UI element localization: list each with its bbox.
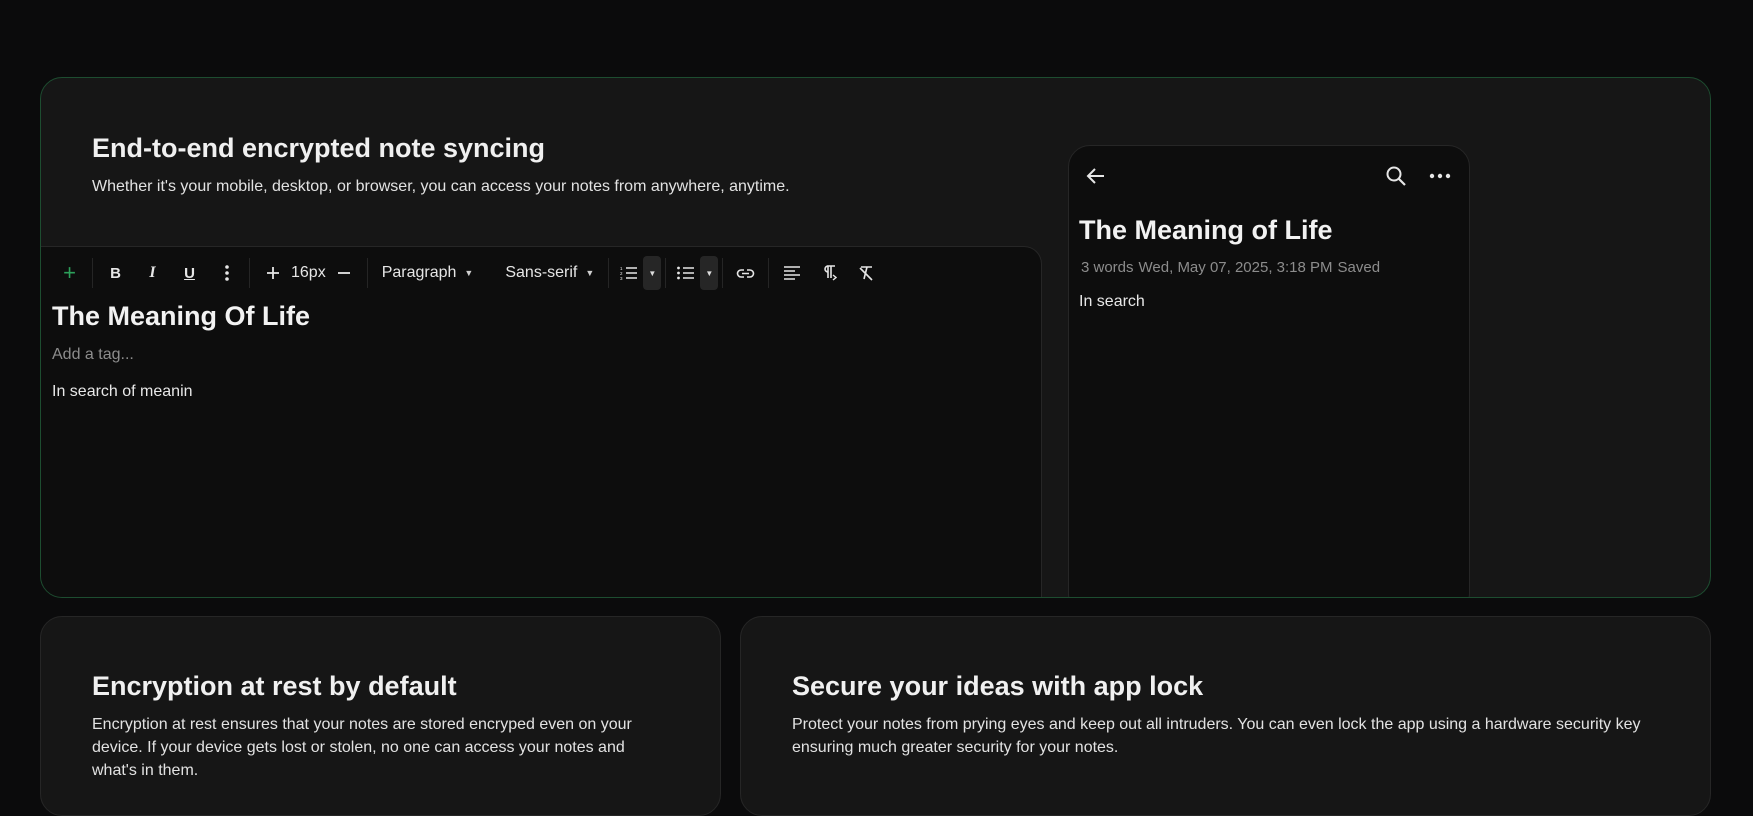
more-vertical-icon[interactable] [208,256,245,290]
app-lock-title: Secure your ideas with app lock [792,671,1204,701]
block-type-label: Paragraph [381,264,457,281]
mobile-note-title[interactable]: The Meaning of Life [1079,215,1333,246]
bold-icon[interactable]: B [97,256,134,290]
app-lock-description: Protect your notes from prying eyes and … [792,716,1641,756]
tag-input[interactable] [52,346,452,364]
underline-icon[interactable]: U [171,256,208,290]
word-count: 3 words [1081,259,1134,276]
link-icon[interactable] [727,256,764,290]
toolbar-divider [249,258,250,288]
more-horizontal-icon[interactable] [1427,163,1453,189]
numbered-list-options-icon[interactable]: ▼ [643,256,662,290]
text-direction-icon[interactable] [810,256,847,290]
back-arrow-icon[interactable] [1083,163,1109,189]
clear-formatting-icon[interactable] [847,256,884,290]
toolbar-divider [768,258,770,288]
toolbar-divider [608,258,610,288]
sync-feature-description: Whether it's your mobile, desktop, or br… [92,178,790,195]
add-icon[interactable]: + [51,256,88,290]
font-family-dropdown[interactable]: Sans-serif ▼ [495,256,604,290]
align-left-icon[interactable] [773,256,810,290]
block-type-dropdown[interactable]: Paragraph ▼ [372,256,484,290]
save-status: Saved [1337,259,1381,276]
sync-feature-title: End-to-end encrypted note syncing [92,133,546,163]
toolbar-divider [92,258,93,288]
svg-text:3: 3 [620,276,623,280]
mobile-note-body[interactable]: In search [1079,293,1145,311]
italic-icon[interactable]: I [134,256,171,290]
increase-font-icon[interactable] [254,256,291,290]
font-family-label: Sans-serif [505,264,578,281]
decrease-font-icon[interactable] [326,256,363,290]
toolbar-divider [366,258,368,288]
encryption-at-rest-card: Encryption at rest by default Encryption… [40,616,721,816]
encryption-at-rest-title: Encryption at rest by default [92,671,457,701]
font-size-value: 16px [291,264,326,281]
toolbar-divider [665,258,667,288]
numbered-list-icon[interactable]: 123 [613,256,643,290]
chevron-down-icon: ▼ [464,268,474,278]
note-timestamp: Wed, May 07, 2025, 3:18 PM [1138,259,1333,276]
toolbar-divider [722,258,724,288]
app-lock-card: Secure your ideas with app lock Protect … [740,616,1711,816]
bullet-list-icon[interactable] [670,256,700,290]
search-icon[interactable] [1383,163,1409,189]
note-title[interactable]: The Meaning Of Life [52,301,310,332]
note-meta: 3 words Wed, May 07, 2025, 3:18 PM Saved [1081,259,1385,276]
bullet-list-options-icon[interactable]: ▼ [700,256,719,290]
note-body[interactable]: In search of meanin [52,383,193,401]
chevron-down-icon: ▼ [585,268,595,278]
mobile-preview: The Meaning of Life 3 words Wed, May 07, … [1068,145,1470,597]
desktop-editor-preview: + B I U 16px Paragraph ▼ Sans-serif ▼ 1 … [41,246,1042,597]
editor-toolbar: + B I U 16px Paragraph ▼ Sans-serif ▼ 1 … [51,256,1031,290]
encryption-at-rest-description: Encryption at rest ensures that your not… [92,716,632,779]
sync-feature-card: End-to-end encrypted note syncing Whethe… [40,77,1711,598]
